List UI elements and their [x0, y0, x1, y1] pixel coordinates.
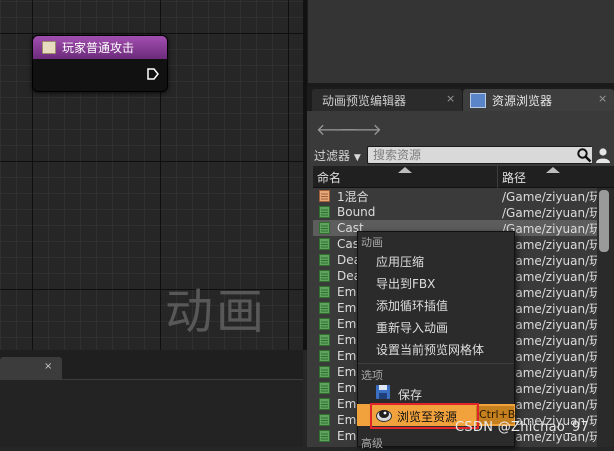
event-node[interactable]: 玩家普通攻击: [32, 35, 168, 92]
graph-watermark: 动画: [165, 284, 268, 340]
scrollbar-thumb[interactable]: [599, 190, 609, 252]
menu-divider: [358, 363, 514, 364]
asset-path: /Game/ziyuan/玩: [502, 237, 597, 252]
column-path-header[interactable]: 路径: [502, 169, 526, 186]
asset-row[interactable]: Bound/Game/ziyuan/玩: [313, 204, 597, 220]
save-icon: [376, 385, 390, 399]
menu-item-apply-compression[interactable]: 应用压缩: [376, 253, 424, 270]
column-divider[interactable]: [497, 166, 498, 188]
asset-path: /Game/ziyuan/玩: [502, 285, 597, 300]
anim-sequence-icon: [319, 222, 330, 234]
anim-sequence-icon: [319, 350, 330, 362]
close-icon[interactable]: ×: [44, 361, 52, 372]
anim-sequence-icon: [319, 382, 330, 394]
chevron-down-icon: ▼: [353, 153, 361, 163]
anim-sequence-icon: [319, 238, 330, 250]
column-name-header[interactable]: 命名: [317, 169, 341, 186]
tab-content-browser[interactable]: 资源浏览器 ×: [463, 89, 614, 111]
asset-path: /Game/ziyuan/玩: [502, 221, 597, 236]
asset-name: Cas: [337, 237, 359, 251]
menu-section-animation: 动画: [361, 236, 383, 249]
preview-viewport: [307, 0, 614, 83]
asset-path: /Game/ziyuan/玩: [502, 189, 597, 204]
search-input[interactable]: 搜索资源: [367, 146, 592, 164]
asset-path: /Game/ziyuan/玩: [502, 397, 597, 412]
anim-sequence-icon: [319, 302, 330, 314]
bottom-tab[interactable]: ×: [0, 357, 62, 379]
exec-pin-icon[interactable]: [147, 68, 159, 80]
column-header: [313, 166, 614, 188]
anim-sequence-icon: [319, 286, 330, 298]
anim-sequence-icon: [319, 318, 330, 330]
menu-item-save[interactable]: 保存: [398, 386, 422, 403]
tab-label: 资源浏览器: [492, 93, 553, 108]
asset-path: /Game/ziyuan/玩: [502, 317, 597, 332]
menu-item-add-loop-interpolation[interactable]: 添加循环插值: [376, 297, 448, 314]
anim-sequence-icon: [319, 270, 330, 282]
forward-arrow-icon[interactable]: 🡒: [339, 119, 382, 139]
filter-label: 过滤器: [314, 149, 351, 163]
asset-path: /Game/ziyuan/玩: [502, 205, 597, 220]
anim-sequence-icon: [319, 430, 330, 442]
bottom-panel-body: [0, 379, 303, 447]
event-node-header: 玩家普通攻击: [33, 36, 167, 59]
anim-sequence-icon: [319, 398, 330, 410]
asset-path: /Game/ziyuan/玩: [502, 349, 597, 364]
close-icon[interactable]: ×: [598, 92, 607, 105]
menu-section-options: 选项: [361, 369, 383, 382]
asset-path: /Game/ziyuan/玩: [502, 381, 597, 396]
close-icon[interactable]: ×: [446, 92, 455, 105]
asset-path: /Game/ziyuan/玩: [502, 253, 597, 268]
anim-sequence-icon: [319, 334, 330, 346]
menu-item-set-preview-mesh[interactable]: 设置当前预览网格体: [376, 341, 484, 358]
function-icon: [42, 41, 56, 54]
tab-anim-preview-editor[interactable]: 动画预览编辑器 ×: [312, 89, 462, 111]
menu-item-reimport-animation[interactable]: 重新导入动画: [376, 319, 448, 336]
asset-path: /Game/ziyuan/玩: [502, 365, 597, 380]
asset-path: /Game/ziyuan/玩: [502, 301, 597, 316]
blendspace-icon: [319, 190, 330, 202]
asset-name: Bound: [337, 205, 376, 219]
filter-button[interactable]: 过滤器 ▼: [314, 147, 361, 164]
sort-chevron-icon: [546, 167, 560, 173]
menu-item-export-fbx[interactable]: 导出到FBX: [376, 275, 435, 292]
anim-sequence-icon: [319, 366, 330, 378]
tab-label: 动画预览编辑器: [322, 93, 407, 108]
content-browser-icon: [470, 92, 486, 108]
anim-sequence-icon: [319, 206, 330, 218]
asset-name: 1混合: [337, 189, 369, 204]
sort-chevron-icon: [398, 167, 412, 173]
menu-section-advanced: 高级: [361, 437, 383, 450]
user-icon[interactable]: [595, 147, 611, 163]
asset-path: /Game/ziyuan/玩: [502, 333, 597, 348]
anim-sequence-icon: [319, 414, 330, 426]
asset-path: /Game/ziyuan/玩: [502, 269, 597, 284]
event-node-title: 玩家普通攻击: [62, 41, 135, 55]
csdn-watermark: CSDN @Zhichao_97: [455, 420, 590, 435]
anim-sequence-icon: [319, 254, 330, 266]
search-icon[interactable]: [576, 147, 592, 163]
asset-row[interactable]: 1混合/Game/ziyuan/玩: [313, 188, 597, 204]
